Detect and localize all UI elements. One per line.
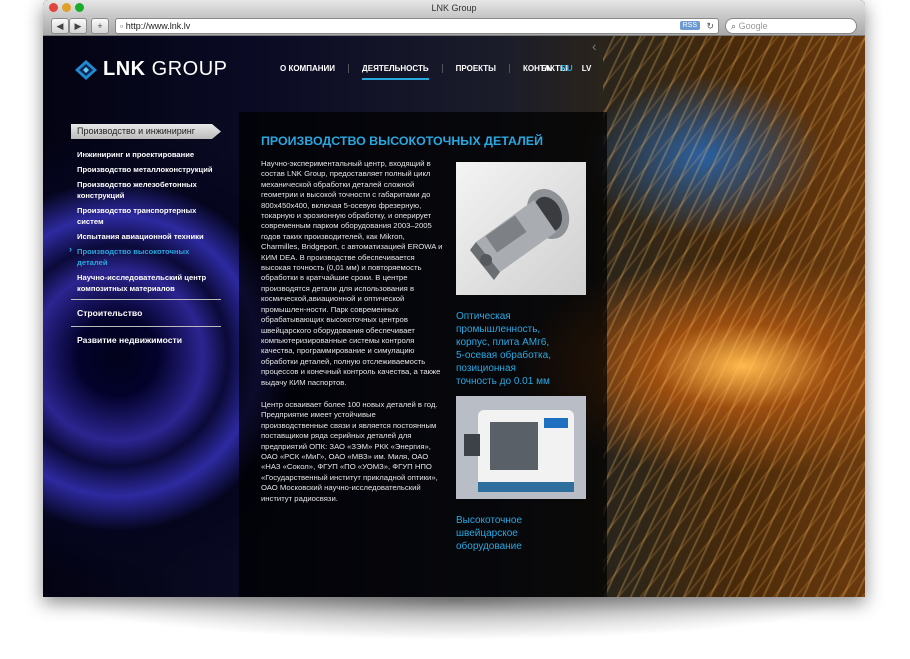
- logo-text-rest: GROUP: [145, 58, 228, 80]
- paragraph-2: Центр осваивает более 100 новых деталей …: [261, 399, 438, 503]
- sidebar-heading[interactable]: Производство и инжиниринг: [71, 124, 221, 139]
- paragraph-1: Научно-экспериментальный центр, входящий…: [261, 159, 443, 387]
- plus-icon: +: [97, 21, 103, 31]
- cnc-machine-image: [456, 396, 586, 499]
- logo-text-bold: LNK: [103, 58, 146, 80]
- article-text: Научно-экспериментальный центр, входящий…: [261, 159, 444, 504]
- window-title: LNK Group: [431, 3, 477, 13]
- back-button[interactable]: ◀: [51, 18, 69, 34]
- sidebar-item-aviation[interactable]: Испытания авиационной техники: [71, 229, 221, 244]
- forward-arrow-icon: ▶: [74, 21, 82, 31]
- sidebar-item-composites[interactable]: Научно-исследовательский центр композитн…: [71, 270, 221, 296]
- content-panel: ПРОИЗВОДСТВО ВЫСОКОТОЧНЫХ ДЕТАЛЕЙ Научно…: [239, 112, 607, 597]
- product-photo-machine[interactable]: [456, 396, 586, 499]
- search-placeholder: Google: [738, 21, 768, 31]
- sidebar-divider: [71, 299, 221, 300]
- forward-button[interactable]: ▶: [69, 18, 87, 34]
- add-bookmark-button[interactable]: +: [91, 18, 109, 34]
- sidebar-item-concrete[interactable]: Производство железобетонных конструкций: [71, 177, 221, 203]
- page-icon: ▫: [120, 21, 124, 31]
- sidebar-section-realestate[interactable]: Развитие недвижимости: [71, 330, 221, 350]
- chevron-left-icon[interactable]: ‹: [592, 38, 597, 54]
- url-text: http://www.lnk.lv: [125, 21, 191, 31]
- rss-button[interactable]: RSS: [679, 21, 700, 30]
- browser-toolbar: ◀ ▶ + ▫ http://www.lnk.lv RSS ↻ ⌕ Google: [43, 16, 865, 36]
- site-logo[interactable]: LNK GROUP: [75, 58, 228, 81]
- sidebar: Производство и инжиниринг Инжиниринг и п…: [69, 124, 221, 350]
- sidebar-item-metal[interactable]: Производство металлоконструкций: [71, 162, 221, 177]
- lang-en[interactable]: EN: [541, 64, 552, 73]
- minimize-window-button[interactable]: [62, 3, 71, 12]
- lang-ru[interactable]: RU: [561, 64, 573, 73]
- sidebar-item-precision[interactable]: Производство высокоточных деталей: [69, 244, 221, 270]
- main-navigation: О КОМПАНИИ ДЕЯТЕЛЬНОСТЬ ПРОЕКТЫ КОНТАКТЫ: [267, 64, 581, 80]
- page-title: ПРОИЗВОДСТВО ВЫСОКОТОЧНЫХ ДЕТАЛЕЙ: [261, 134, 543, 148]
- window-controls: [49, 3, 84, 12]
- product-photo-part[interactable]: [456, 162, 586, 295]
- browser-window: LNK Group ◀ ▶ + ▫ http://www.lnk.lv RSS …: [43, 0, 865, 597]
- machined-part-image: [470, 188, 570, 280]
- sidebar-item-engineering[interactable]: Инжиниринг и проектирование: [71, 147, 221, 162]
- sidebar-item-conveyor[interactable]: Производство транспортерных систем: [71, 203, 221, 229]
- zoom-window-button[interactable]: [75, 3, 84, 12]
- nav-activities[interactable]: ДЕЯТЕЛЬНОСТЬ: [349, 64, 443, 80]
- close-window-button[interactable]: [49, 3, 58, 12]
- search-field[interactable]: ⌕ Google: [725, 18, 857, 34]
- nav-projects[interactable]: ПРОЕКТЫ: [443, 64, 510, 73]
- reload-icon[interactable]: ↻: [706, 19, 714, 33]
- address-bar[interactable]: ▫ http://www.lnk.lv RSS ↻: [115, 18, 719, 34]
- web-page: LNK GROUP О КОМПАНИИ ДЕЯТЕЛЬНОСТЬ ПРОЕКТ…: [43, 36, 865, 597]
- lang-lv[interactable]: LV: [582, 64, 592, 73]
- sidebar-divider: [71, 326, 221, 327]
- logo-text: LNK GROUP: [103, 58, 228, 81]
- sidebar-section-construction[interactable]: Строительство: [71, 303, 221, 323]
- search-icon: ⌕: [731, 21, 737, 31]
- logo-mark-icon: [75, 59, 97, 80]
- background-sparks: [603, 36, 865, 597]
- back-arrow-icon: ◀: [56, 21, 64, 31]
- nav-about[interactable]: О КОМПАНИИ: [267, 64, 350, 73]
- window-titlebar: LNK Group: [43, 0, 865, 16]
- caption-part: Оптическая промышленность, корпус, плита…: [456, 311, 551, 387]
- language-switcher: EN RU LV: [541, 64, 591, 73]
- caption-machine: Высокоточное швейцарское оборудование: [456, 515, 523, 552]
